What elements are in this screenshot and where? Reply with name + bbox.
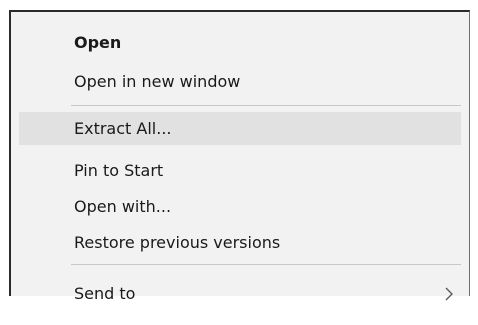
menu-item-label: Restore previous versions	[74, 233, 281, 252]
menu-separator	[71, 105, 461, 106]
menu-item-pin-to-start[interactable]: Pin to Start	[11, 154, 469, 187]
screenshot-stage: Open Open in new window Extract All... P…	[0, 0, 478, 325]
menu-item-label: Open in new window	[74, 72, 241, 91]
menu-item-send-to[interactable]: Send to	[11, 277, 469, 310]
menu-item-label: Extract All...	[74, 119, 172, 138]
context-menu: Open Open in new window Extract All... P…	[9, 10, 470, 303]
menu-item-restore-previous-versions[interactable]: Restore previous versions	[11, 226, 469, 259]
menu-item-label: Send to	[74, 284, 136, 303]
menu-item-open[interactable]: Open	[11, 26, 469, 59]
menu-separator	[71, 264, 461, 265]
menu-item-open-in-new-window[interactable]: Open in new window	[11, 65, 469, 98]
menu-item-label: Pin to Start	[74, 161, 164, 180]
menu-item-extract-all[interactable]: Extract All...	[19, 112, 461, 145]
menu-item-open-with[interactable]: Open with...	[11, 190, 469, 223]
chevron-right-icon	[439, 277, 459, 310]
menu-item-label: Open	[74, 33, 122, 52]
menu-item-label: Open with...	[74, 197, 172, 216]
